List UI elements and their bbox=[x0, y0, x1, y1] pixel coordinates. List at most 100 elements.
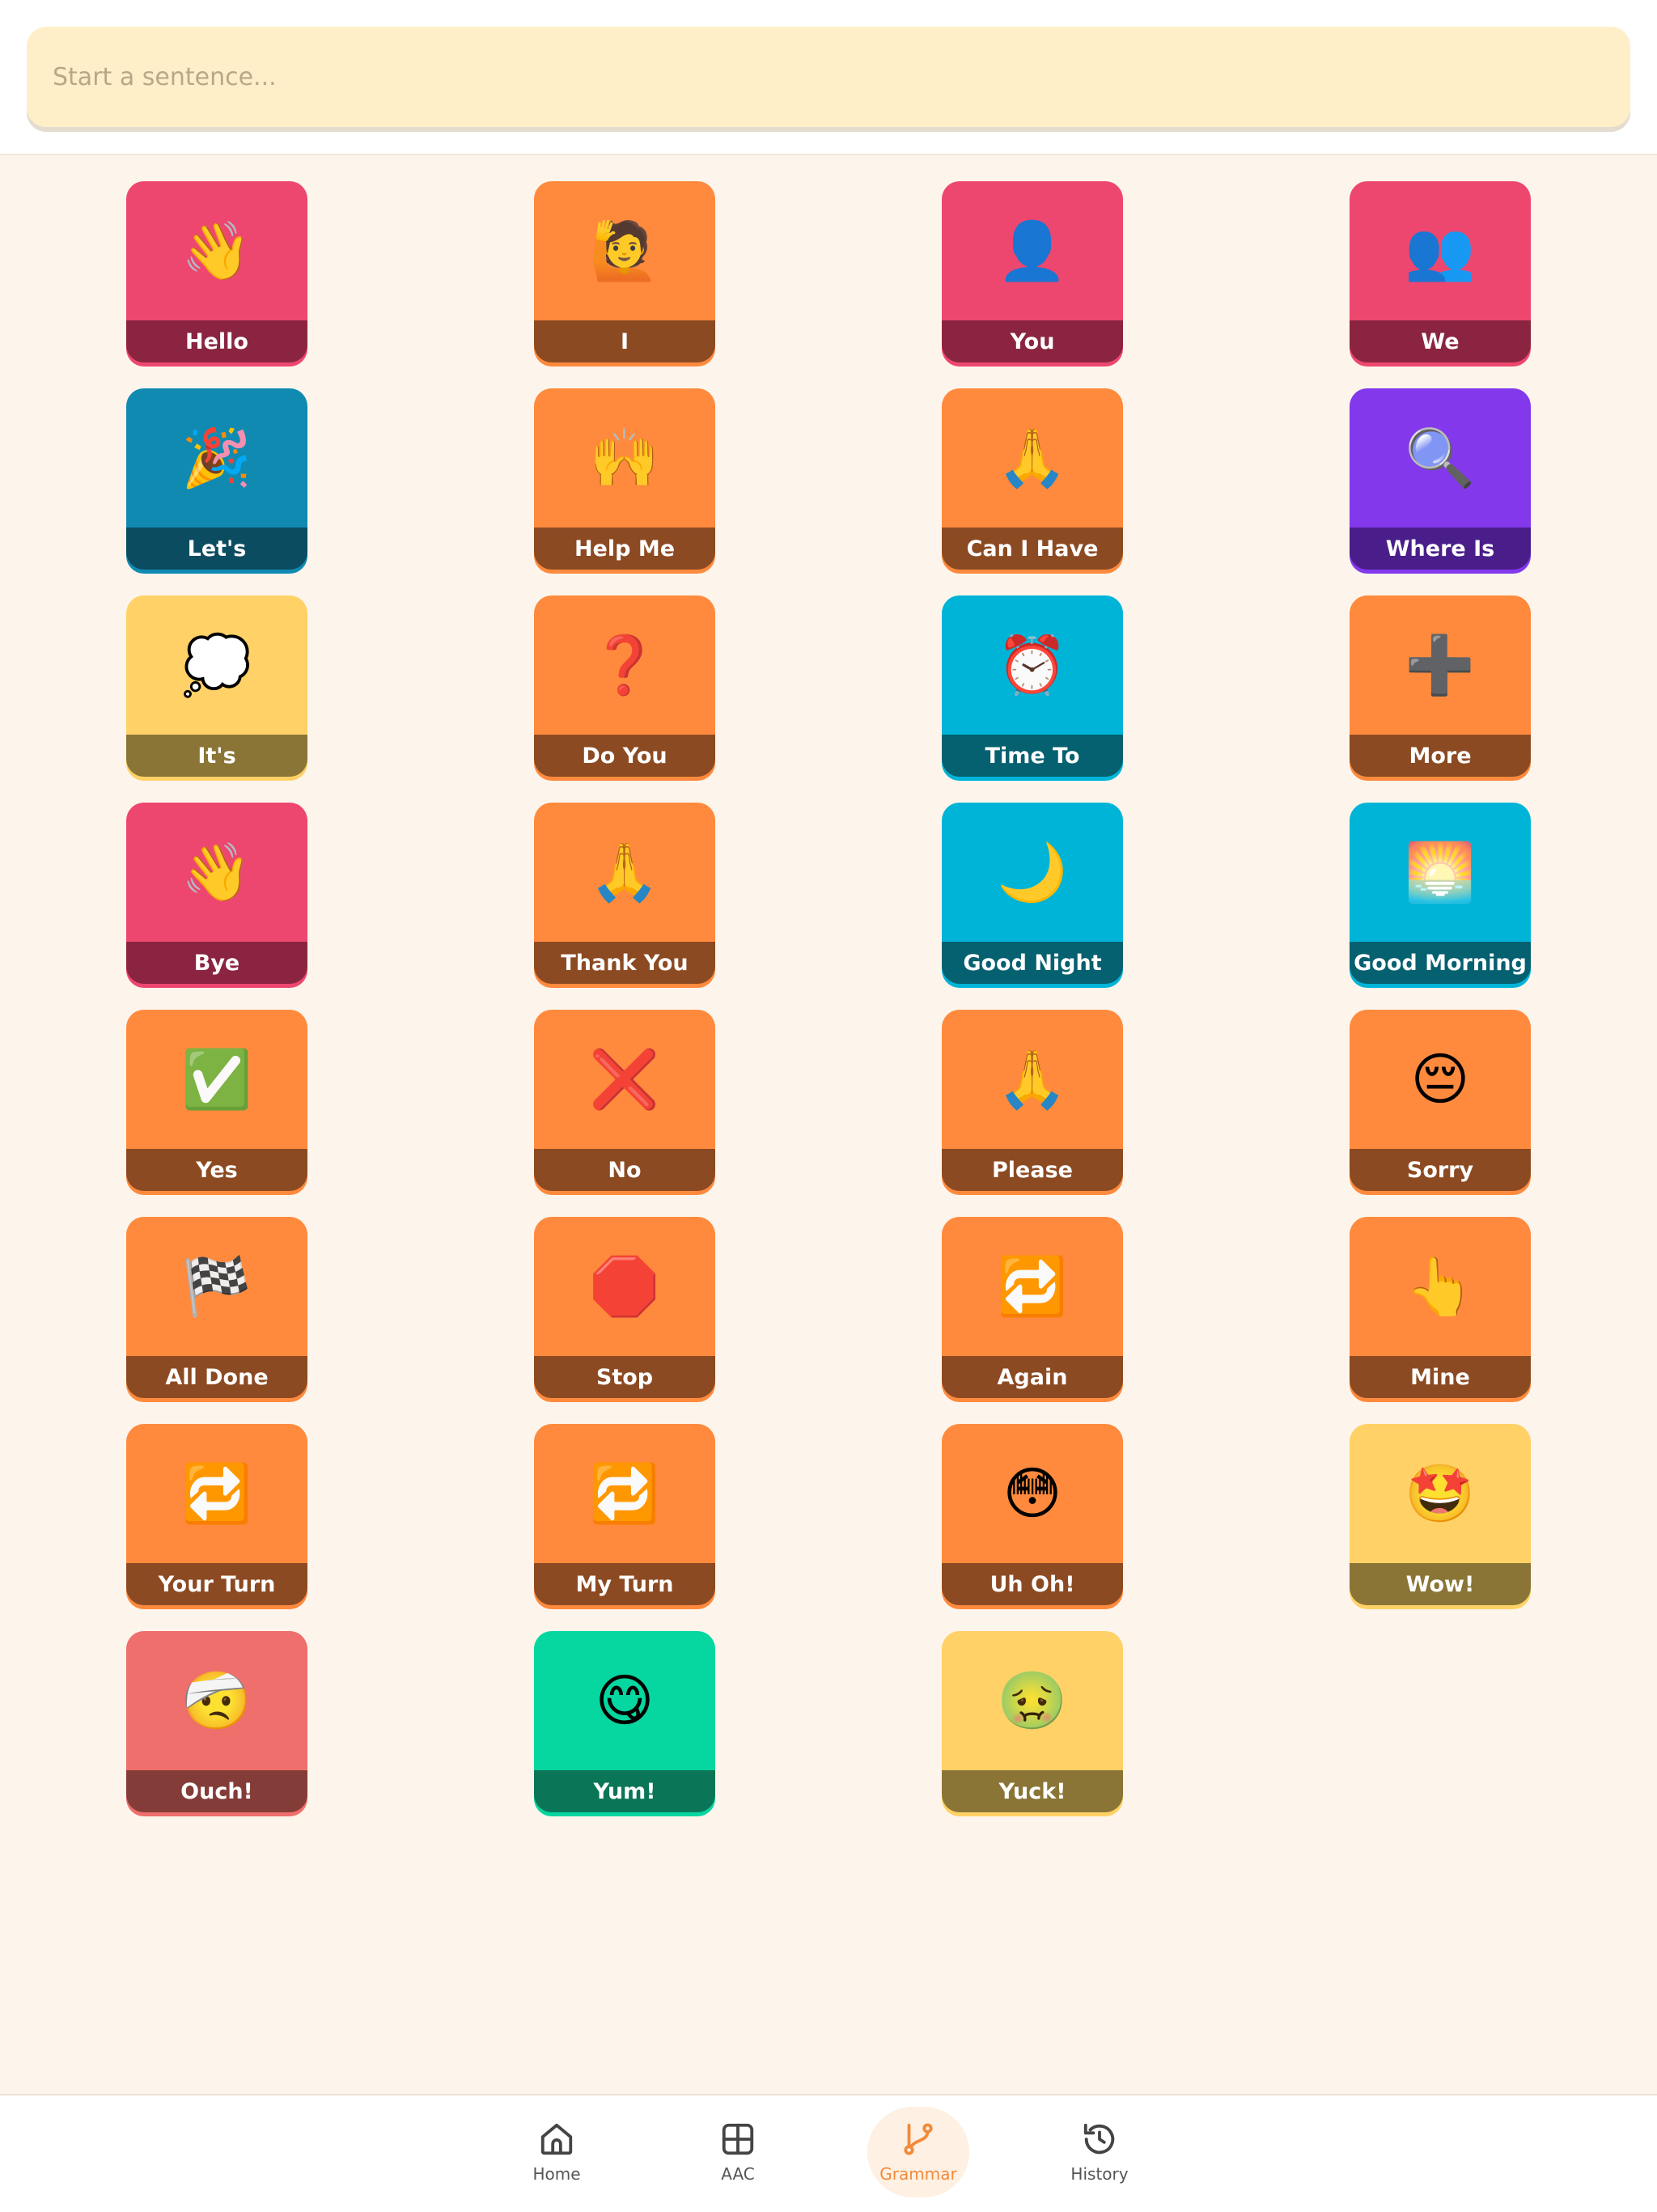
nauseated-face-icon: 🤢 bbox=[997, 1667, 1068, 1734]
tile-icon-area: 💭 bbox=[126, 595, 307, 735]
phrase-tile[interactable]: 👤 You bbox=[942, 181, 1123, 362]
nav-home-label: Home bbox=[532, 2164, 581, 2184]
tile-label: It's bbox=[126, 735, 307, 777]
phrase-tile[interactable]: 🎉 Let's bbox=[126, 388, 307, 570]
pointing-up-hand-icon: 👆 bbox=[1405, 1253, 1476, 1320]
tile-label: Yes bbox=[126, 1149, 307, 1191]
tile-icon-area: 🤩 bbox=[1350, 1424, 1531, 1563]
phrase-tile[interactable]: 🙋 I bbox=[534, 181, 715, 362]
tile-label: More bbox=[1350, 735, 1531, 777]
folded-hands-icon: 🙏 bbox=[589, 839, 660, 905]
phrase-tile[interactable]: 🙏 Thank You bbox=[534, 803, 715, 984]
tile-icon-area: 👆 bbox=[1350, 1217, 1531, 1356]
phrase-tile[interactable]: 🤩 Wow! bbox=[1350, 1424, 1531, 1605]
tile-label: Help Me bbox=[534, 528, 715, 570]
tile-label: Again bbox=[942, 1356, 1123, 1398]
nav-history[interactable]: History bbox=[1049, 2107, 1151, 2197]
phrase-tile[interactable]: ❓ Do You bbox=[534, 595, 715, 777]
tile-icon-area: 🙌 bbox=[534, 388, 715, 528]
phrase-tile[interactable]: 🔁 Again bbox=[942, 1217, 1123, 1398]
tile-label: My Turn bbox=[534, 1563, 715, 1605]
question-mark-icon: ❓ bbox=[589, 632, 660, 698]
tile-label: Ouch! bbox=[126, 1770, 307, 1812]
phrase-tile[interactable]: 🔁 Your Turn bbox=[126, 1424, 307, 1605]
phrase-tile[interactable]: 🌅 Good Morning bbox=[1350, 803, 1531, 984]
tile-icon-area: 🌅 bbox=[1350, 803, 1531, 942]
tile-icon-area: ➕ bbox=[1350, 595, 1531, 735]
tile-icon-area: 👥 bbox=[1350, 181, 1531, 320]
nav-grammar[interactable]: Grammar bbox=[867, 2107, 969, 2197]
phrase-tile[interactable]: 👥 We bbox=[1350, 181, 1531, 362]
phrase-tile[interactable]: 🌙 Good Night bbox=[942, 803, 1123, 984]
tile-icon-area: 😳 bbox=[942, 1424, 1123, 1563]
tile-icon-area: ⏰ bbox=[942, 595, 1123, 735]
phrase-tile[interactable]: ✅ Yes bbox=[126, 1010, 307, 1191]
phrase-tile[interactable]: 🙏 Can I Have bbox=[942, 388, 1123, 570]
tile-label: Thank You bbox=[534, 942, 715, 984]
waving-hand-icon: 👋 bbox=[181, 218, 252, 284]
tile-icon-area: 😔 bbox=[1350, 1010, 1531, 1149]
folded-hands-icon: 🙏 bbox=[997, 425, 1068, 491]
phrase-tile[interactable]: 👋 Bye bbox=[126, 803, 307, 984]
tile-label: Yum! bbox=[534, 1770, 715, 1812]
phrase-tile[interactable]: ⏰ Time To bbox=[942, 595, 1123, 777]
phrase-tile[interactable]: 🙌 Help Me bbox=[534, 388, 715, 570]
tile-icon-area: 🙏 bbox=[942, 1010, 1123, 1149]
grid-icon bbox=[722, 2123, 754, 2155]
phrase-tile[interactable]: 👋 Hello bbox=[126, 181, 307, 362]
phrase-tile[interactable]: ➕ More bbox=[1350, 595, 1531, 777]
phrase-tile[interactable]: 🛑 Stop bbox=[534, 1217, 715, 1398]
tile-label: Wow! bbox=[1350, 1563, 1531, 1605]
phrase-tile[interactable]: 💭 It's bbox=[126, 595, 307, 777]
tile-icon-area: 🤢 bbox=[942, 1631, 1123, 1770]
nav-home[interactable]: Home bbox=[506, 2107, 608, 2197]
raised-hands-icon: 🙌 bbox=[589, 425, 660, 491]
tile-icon-area: 🔁 bbox=[126, 1424, 307, 1563]
phrase-tile[interactable]: 🏁 All Done bbox=[126, 1217, 307, 1398]
tile-icon-area: 🎉 bbox=[126, 388, 307, 528]
tile-icon-area: 👤 bbox=[942, 181, 1123, 320]
folded-hands-icon: 🙏 bbox=[997, 1046, 1068, 1112]
phrase-tile[interactable]: 😋 Yum! bbox=[534, 1631, 715, 1812]
tile-label: Mine bbox=[1350, 1356, 1531, 1398]
party-popper-icon: 🎉 bbox=[181, 425, 252, 491]
nav-history-label: History bbox=[1070, 2164, 1129, 2184]
tile-label: No bbox=[534, 1149, 715, 1191]
tile-label: Please bbox=[942, 1149, 1123, 1191]
phrase-tile[interactable]: 👆 Mine bbox=[1350, 1217, 1531, 1398]
flushed-face-icon: 😳 bbox=[1002, 1460, 1062, 1527]
phrase-tile[interactable]: 🔁 My Turn bbox=[534, 1424, 715, 1605]
phrase-tile[interactable]: 🤢 Yuck! bbox=[942, 1631, 1123, 1812]
plus-icon: ➕ bbox=[1405, 632, 1476, 698]
tile-label: Sorry bbox=[1350, 1149, 1531, 1191]
star-struck-face-icon: 🤩 bbox=[1405, 1460, 1476, 1527]
tile-icon-area: 🛑 bbox=[534, 1217, 715, 1356]
phrase-tile[interactable]: 🤕 Ouch! bbox=[126, 1631, 307, 1812]
nav-aac[interactable]: AAC bbox=[687, 2107, 789, 2197]
tile-label: I bbox=[534, 320, 715, 362]
tile-icon-area: 🏁 bbox=[126, 1217, 307, 1356]
history-icon bbox=[1083, 2123, 1115, 2155]
tile-icon-area: 👋 bbox=[126, 803, 307, 942]
tile-label: Good Night bbox=[942, 942, 1123, 984]
repeat-button-icon: 🔁 bbox=[589, 1460, 660, 1527]
branch-icon bbox=[904, 2123, 933, 2155]
tile-icon-area: 🔁 bbox=[942, 1217, 1123, 1356]
bottom-nav: Home AAC Grammar History bbox=[0, 2094, 1657, 2212]
tile-label: Yuck! bbox=[942, 1770, 1123, 1812]
person-raising-hand-icon: 🙋 bbox=[589, 218, 660, 284]
magnifying-glass-icon: 🔍 bbox=[1405, 425, 1476, 491]
thought-balloon-icon: 💭 bbox=[181, 632, 252, 698]
tile-icon-area: 🌙 bbox=[942, 803, 1123, 942]
tile-icon-area: 🙏 bbox=[534, 803, 715, 942]
phrase-tile[interactable]: 🔍 Where Is bbox=[1350, 388, 1531, 570]
phrase-tile[interactable]: ❌ No bbox=[534, 1010, 715, 1191]
tile-label: Good Morning bbox=[1350, 942, 1531, 984]
repeat-button-icon: 🔁 bbox=[181, 1460, 252, 1527]
sunrise-icon: 🌅 bbox=[1405, 839, 1476, 905]
tile-icon-area: 🤕 bbox=[126, 1631, 307, 1770]
phrase-tile[interactable]: 😔 Sorry bbox=[1350, 1010, 1531, 1191]
phrase-tile[interactable]: 😳 Uh Oh! bbox=[942, 1424, 1123, 1605]
phrase-tile[interactable]: 🙏 Please bbox=[942, 1010, 1123, 1191]
repeat-button-icon: 🔁 bbox=[997, 1253, 1068, 1320]
